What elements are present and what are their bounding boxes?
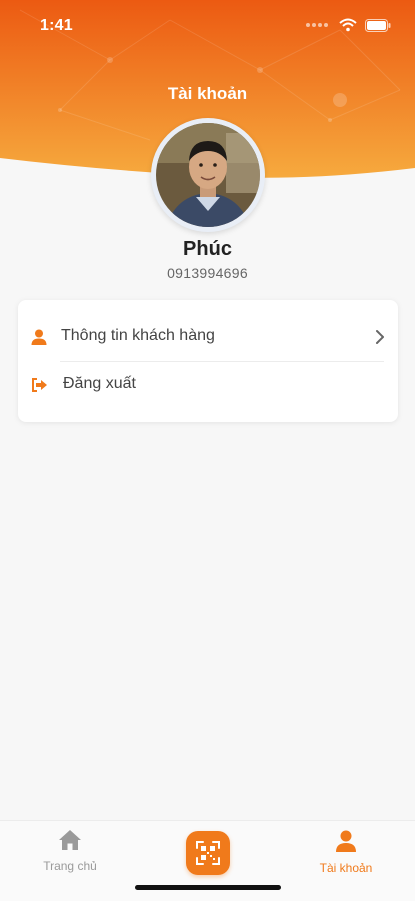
nav-label-home: Trang chủ: [43, 859, 97, 873]
avatar-photo: [156, 123, 260, 227]
status-bar: 1:41: [0, 0, 415, 52]
chevron-right-icon: [376, 330, 384, 344]
nav-item-account[interactable]: Tài khoản: [296, 829, 396, 875]
home-indicator: [135, 885, 281, 890]
menu-item-label: Đăng xuất: [63, 375, 136, 392]
user-icon: [31, 329, 47, 345]
status-icons: [305, 18, 391, 32]
page-title: Tài khoản: [167, 84, 248, 103]
wifi-icon: [339, 18, 357, 32]
account-menu: Thông tin khách hàng Đăng xuất: [18, 300, 398, 422]
avatar[interactable]: [151, 118, 265, 232]
nav-item-home[interactable]: Trang chủ: [20, 829, 120, 873]
nav-label-account: Tài khoản: [319, 861, 373, 875]
battery-icon: [365, 18, 391, 32]
signal-dots-icon: [306, 23, 328, 27]
user-icon: [336, 830, 356, 852]
qr-scan-icon: [196, 841, 220, 865]
logout-icon: [32, 378, 47, 392]
status-time: 1:41: [40, 17, 73, 34]
menu-item-logout[interactable]: Đăng xuất: [18, 356, 398, 416]
user-phone: 0913994696: [167, 265, 248, 281]
home-icon: [59, 830, 81, 850]
user-name: Phúc: [183, 238, 232, 260]
menu-item-label: Thông tin khách hàng: [61, 327, 215, 344]
qr-scan-button[interactable]: [186, 831, 230, 875]
